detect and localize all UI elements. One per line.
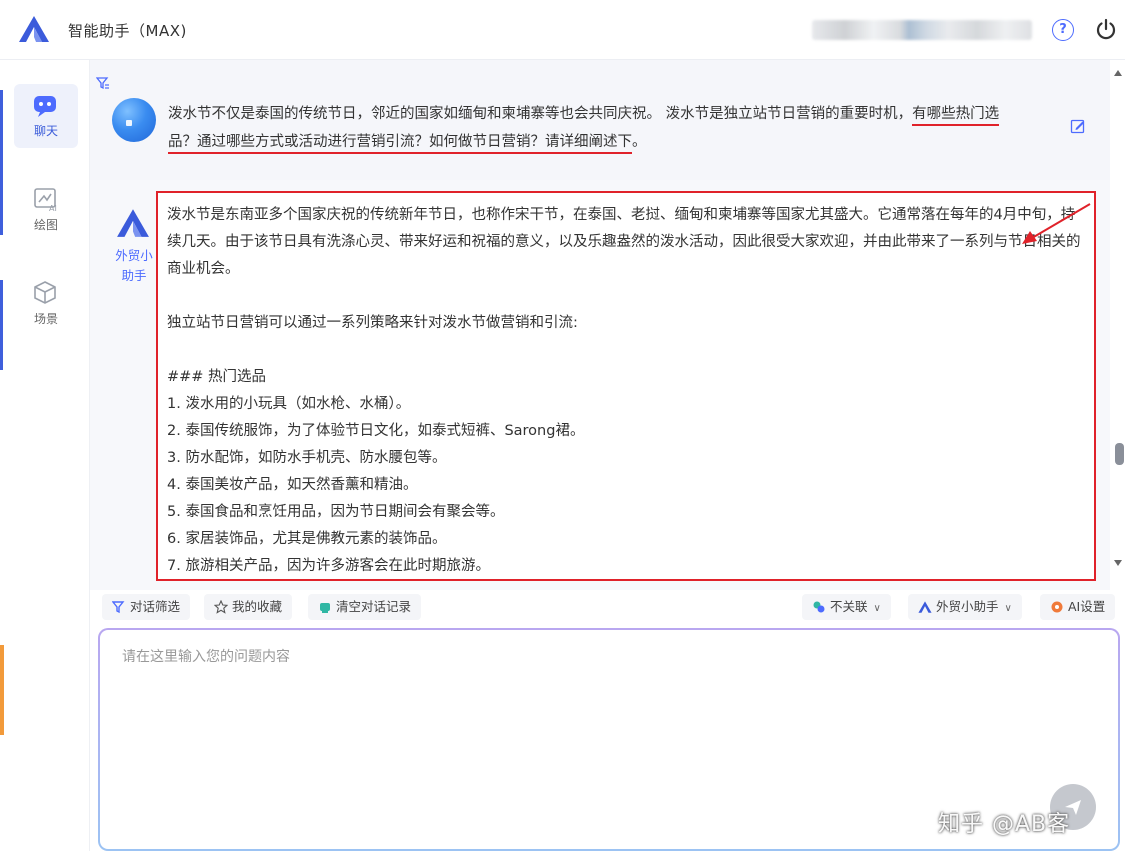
list-item: 6. 家居装饰品，尤其是佛教元素的装饰品。 <box>167 531 447 547</box>
my-favorites-button[interactable]: 我的收藏 <box>204 594 293 620</box>
chat-toolbar: 对话筛选 我的收藏 清空对话记录 不关联 ∨ 外贸小助手 ∨ AI设置 <box>90 590 1125 626</box>
list-item: 1. 泼水用的小玩具（如水枪、水桶）。 <box>167 396 411 412</box>
ai-settings-button[interactable]: AI设置 <box>1040 594 1116 620</box>
filter-icon <box>112 601 125 614</box>
message-input-placeholder: 请在这里输入您的问题内容 <box>122 649 290 665</box>
edge-accent <box>0 280 3 370</box>
user-message-highlight: 有哪些热门选 <box>912 106 1000 126</box>
answer-heading: ### 热门选品 <box>167 369 267 385</box>
filter-conversation-label: 对话筛选 <box>130 599 181 614</box>
assistant-name: 外贸小助手 <box>115 248 153 283</box>
app-header: 智能助手（MAX) ? <box>0 0 1125 60</box>
sidebar: 聊天 AI 绘图 场景 <box>4 60 90 851</box>
sidebar-item-label: 聊天 <box>33 124 58 138</box>
scroll-up-icon[interactable] <box>1113 68 1123 78</box>
answer-paragraph: 泼水节是东南亚多个国家庆祝的传统新年节日，也称作宋干节，在泰国、老挝、缅甸和柬埔… <box>167 207 1081 277</box>
user-message-highlight: 品？通过哪些方式或活动进行营销引流？如何做节日营销？请详细阐述下 <box>168 134 632 154</box>
annotation-arrow-icon <box>1022 203 1091 244</box>
watermark: 知乎 @AB客 <box>938 812 1071 837</box>
assistant-logo-icon <box>117 209 149 237</box>
sidebar-item-drawing[interactable]: AI 绘图 <box>14 178 78 242</box>
clear-history-label: 清空对话记录 <box>336 599 412 614</box>
chat-icon <box>34 96 56 117</box>
user-message-text: 。 <box>632 134 647 150</box>
list-item: 2. 泰国传统服饰，为了体验节日文化，如泰式短裤、Sarong裙。 <box>167 423 585 439</box>
drawing-icon: AI <box>34 188 57 212</box>
sidebar-item-chat[interactable]: 聊天 <box>14 84 78 148</box>
broom-icon <box>320 603 330 613</box>
assistant-logo-icon <box>918 601 932 613</box>
chevron-down-icon: ∨ <box>873 603 881 614</box>
filter-conversation-button[interactable]: 对话筛选 <box>102 594 191 620</box>
ai-settings-label: AI设置 <box>1068 599 1106 614</box>
scroll-down-icon[interactable] <box>1113 558 1123 568</box>
scene-icon <box>34 281 56 304</box>
filter-icon[interactable] <box>96 76 110 90</box>
context-label: 不关联 <box>830 599 868 614</box>
list-item: 7. 旅游相关产品，因为许多游客会在此时期旅游。 <box>167 558 490 574</box>
question-circle-icon[interactable]: ? <box>1052 19 1074 41</box>
chevron-down-icon: ∨ <box>1004 603 1012 614</box>
power-icon[interactable] <box>1094 17 1118 41</box>
assistant-select[interactable]: 外贸小助手 ∨ <box>908 594 1022 620</box>
sidebar-item-label: 场景 <box>33 312 58 326</box>
link-icon <box>813 601 825 613</box>
svg-text:AI: AI <box>49 204 57 212</box>
edge-accent <box>0 90 3 235</box>
app-logo-icon <box>19 16 49 42</box>
context-select[interactable]: 不关联 ∨ <box>802 594 891 620</box>
list-item: 3. 防水配饰，如防水手机壳、防水腰包等。 <box>167 450 447 466</box>
list-item: 5. 泰国食品和烹饪用品，因为节日期间会有聚会等。 <box>167 504 505 520</box>
settings-icon <box>1051 601 1063 613</box>
user-avatar <box>112 98 156 142</box>
star-icon <box>214 600 228 614</box>
clear-history-button[interactable]: 清空对话记录 <box>308 594 422 620</box>
sidebar-item-scene[interactable]: 场景 <box>14 272 78 336</box>
scrollbar-thumb[interactable] <box>1115 443 1124 465</box>
my-favorites-label: 我的收藏 <box>232 599 283 614</box>
chat-area: 泼水节不仅是泰国的传统节日，邻近的国家如缅甸和柬埔寨等也会共同庆祝。 泼水节是独… <box>90 60 1110 590</box>
app-title: 智能助手（MAX) <box>68 22 187 40</box>
list-item: 4. 泰国美妆产品，如天然香薰和精油。 <box>167 477 418 493</box>
blurred-user-info <box>812 20 1032 40</box>
answer-paragraph: 独立站节日营销可以通过一系列策略来针对泼水节做营销和引流: <box>167 315 578 331</box>
assistant-answer: 泼水节是东南亚多个国家庆祝的传统新年节日，也称作宋干节，在泰国、老挝、缅甸和柬埔… <box>156 191 1096 581</box>
assistant-select-label: 外贸小助手 <box>936 599 999 614</box>
user-message-text: 泼水节不仅是泰国的传统节日，邻近的国家如缅甸和柬埔寨等也会共同庆祝。 泼水节是独… <box>168 106 913 122</box>
user-message: 泼水节不仅是泰国的传统节日，邻近的国家如缅甸和柬埔寨等也会共同庆祝。 泼水节是独… <box>168 100 1048 156</box>
sidebar-item-label: 绘图 <box>33 218 58 232</box>
edit-icon[interactable] <box>1070 118 1086 134</box>
